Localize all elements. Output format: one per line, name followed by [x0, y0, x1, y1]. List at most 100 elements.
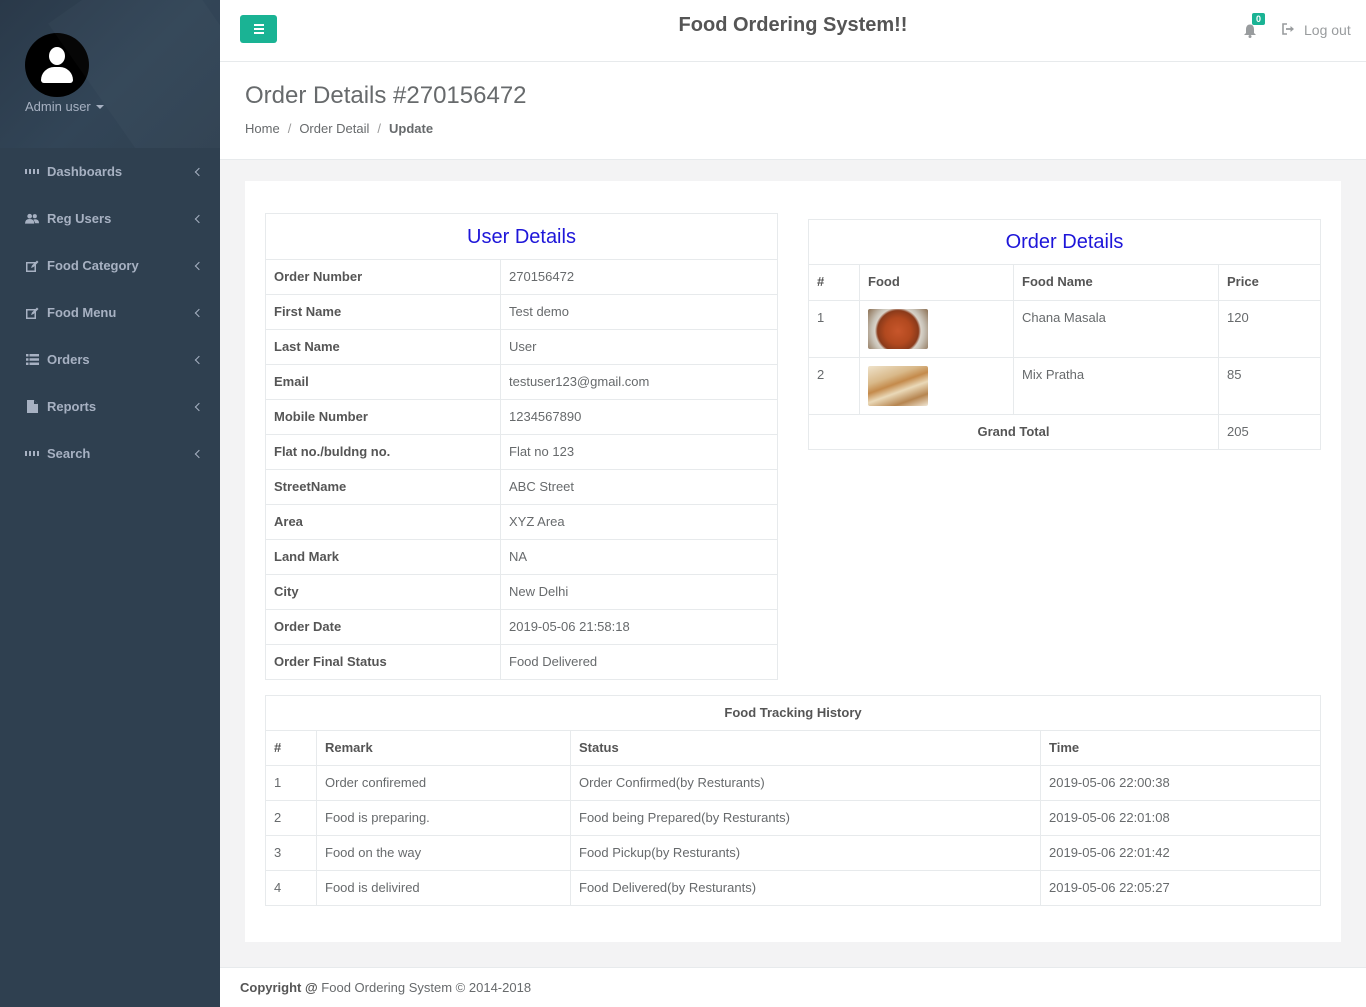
bell-icon[interactable]: [1243, 24, 1257, 41]
field-label: Order Date: [265, 609, 501, 645]
sidebar-item-label: Reg Users: [47, 211, 112, 226]
field-value: 2019-05-06 21:58:18: [500, 609, 778, 645]
column-header: Food: [859, 264, 1014, 301]
table-row: 4 Food is delivired Food Delivered(by Re…: [265, 870, 1321, 906]
field-value: NA: [500, 539, 778, 575]
tracking-history-title: Food Tracking History: [265, 695, 1321, 731]
field-value: 1234567890: [500, 399, 778, 435]
time: 2019-05-06 22:05:27: [1040, 870, 1321, 906]
column-header: #: [808, 264, 860, 301]
table-header-row: # Food Food Name Price: [808, 264, 1321, 301]
sidebar-item-label: Food Menu: [47, 305, 117, 320]
field-label: Email: [265, 364, 501, 400]
remark: Order confiremed: [316, 765, 571, 801]
column-header: Status: [570, 730, 1041, 766]
table-row: Order Number 270156472: [265, 259, 778, 295]
item-number: 1: [808, 300, 860, 358]
column-header: Remark: [316, 730, 571, 766]
field-label: First Name: [265, 294, 501, 330]
food-price: 85: [1218, 357, 1321, 415]
field-label: Area: [265, 504, 501, 540]
remark: Food is preparing.: [316, 800, 571, 836]
remark: Food is delivired: [316, 870, 571, 906]
field-value: XYZ Area: [500, 504, 778, 540]
main-content: User Details Order Number 270156472 First…: [245, 181, 1341, 942]
caret-down-icon: [95, 104, 104, 109]
field-label: StreetName: [265, 469, 501, 505]
sidebar-item-orders[interactable]: Orders: [0, 336, 220, 383]
table-row: 1 Chana Masala 120: [808, 300, 1321, 358]
copyright-text: Food Ordering System © 2014-2018: [321, 980, 532, 995]
notification-badge: 0: [1252, 13, 1266, 25]
table-row: Flat no./buldng no. Flat no 123: [265, 434, 778, 470]
app-title: Food Ordering System!!: [678, 14, 908, 36]
grand-total-value: 205: [1218, 414, 1321, 450]
table-row: 3 Food on the way Food Pickup(by Restura…: [265, 835, 1321, 871]
edit-icon: [25, 307, 39, 319]
field-value: New Delhi: [500, 574, 778, 610]
avatar[interactable]: [25, 33, 89, 97]
breadcrumb-home[interactable]: Home: [245, 121, 280, 136]
chana-masala-image: [868, 309, 928, 349]
sidebar-item-reports[interactable]: Reports: [0, 383, 220, 430]
status: Food Pickup(by Resturants): [570, 835, 1041, 871]
food-image-cell: [859, 357, 1014, 415]
table-row: StreetName ABC Street: [265, 469, 778, 505]
logout-label: Log out: [1304, 22, 1351, 38]
sidebar-item-food-menu[interactable]: Food Menu: [0, 289, 220, 336]
sidebar-item-search[interactable]: Search: [0, 430, 220, 477]
sidebar-item-reg-users[interactable]: Reg Users: [0, 195, 220, 242]
logout-link[interactable]: Log out: [1282, 22, 1351, 38]
row-number: 3: [265, 835, 317, 871]
column-header: Food Name: [1013, 264, 1219, 301]
order-details-title: Order Details: [808, 219, 1321, 265]
sidebar-item-label: Food Category: [47, 258, 139, 273]
food-image-cell: [859, 300, 1014, 358]
field-value: Food Delivered: [500, 644, 778, 680]
sidebar-item-label: Dashboards: [47, 164, 123, 179]
profile-name-label: Admin user: [25, 99, 91, 114]
page-heading: Order Details #270156472 Home / Order De…: [220, 62, 1366, 160]
food-name: Chana Masala: [1013, 300, 1219, 358]
user-icon-body: [41, 67, 73, 83]
table-row: 1 Order confiremed Order Confirmed(by Re…: [265, 765, 1321, 801]
column-header: Time: [1040, 730, 1321, 766]
chevron-left-icon: [194, 261, 204, 270]
sidebar-item-label: Orders: [47, 352, 90, 367]
table-row: First Name Test demo: [265, 294, 778, 330]
user-icon-head: [49, 47, 65, 65]
sidebar-item-food-category[interactable]: Food Category: [0, 242, 220, 289]
breadcrumb-separator: /: [377, 121, 382, 136]
breadcrumb-order-detail[interactable]: Order Detail: [299, 121, 369, 136]
table-row: Order Final Status Food Delivered: [265, 644, 778, 680]
profile-dropdown[interactable]: Admin user: [25, 99, 104, 114]
user-details-title: User Details: [265, 213, 778, 260]
sidebar-item-label: Reports: [47, 399, 97, 414]
row-number: 4: [265, 870, 317, 906]
time: 2019-05-06 22:01:08: [1040, 800, 1321, 836]
column-header: #: [265, 730, 317, 766]
field-value: ABC Street: [500, 469, 778, 505]
chevron-left-icon: [194, 214, 204, 223]
mix-pratha-image: [868, 366, 928, 406]
page-title: Order Details #270156472: [245, 82, 527, 109]
table-row: Email testuser123@gmail.com: [265, 364, 778, 400]
sidebar-item-label: Search: [47, 446, 91, 461]
table-row: Area XYZ Area: [265, 504, 778, 540]
breadcrumb-active: Update: [389, 121, 434, 136]
row-number: 1: [265, 765, 317, 801]
table-row: Last Name User: [265, 329, 778, 365]
column-header: Price: [1218, 264, 1321, 301]
chevron-left-icon: [194, 402, 204, 411]
edit-icon: [25, 260, 39, 272]
th-large-icon: [25, 448, 39, 460]
sidebar-nav: Dashboards Reg Users Food Category Food …: [0, 148, 220, 477]
item-number: 2: [808, 357, 860, 415]
status: Food being Prepared(by Resturants): [570, 800, 1041, 836]
field-label: City: [265, 574, 501, 610]
food-price: 120: [1218, 300, 1321, 358]
sidebar-item-dashboards[interactable]: Dashboards: [0, 148, 220, 195]
copyright-label: Copyright @: [240, 980, 318, 995]
table-header-row: # Remark Status Time: [265, 730, 1321, 766]
field-value: testuser123@gmail.com: [500, 364, 778, 400]
